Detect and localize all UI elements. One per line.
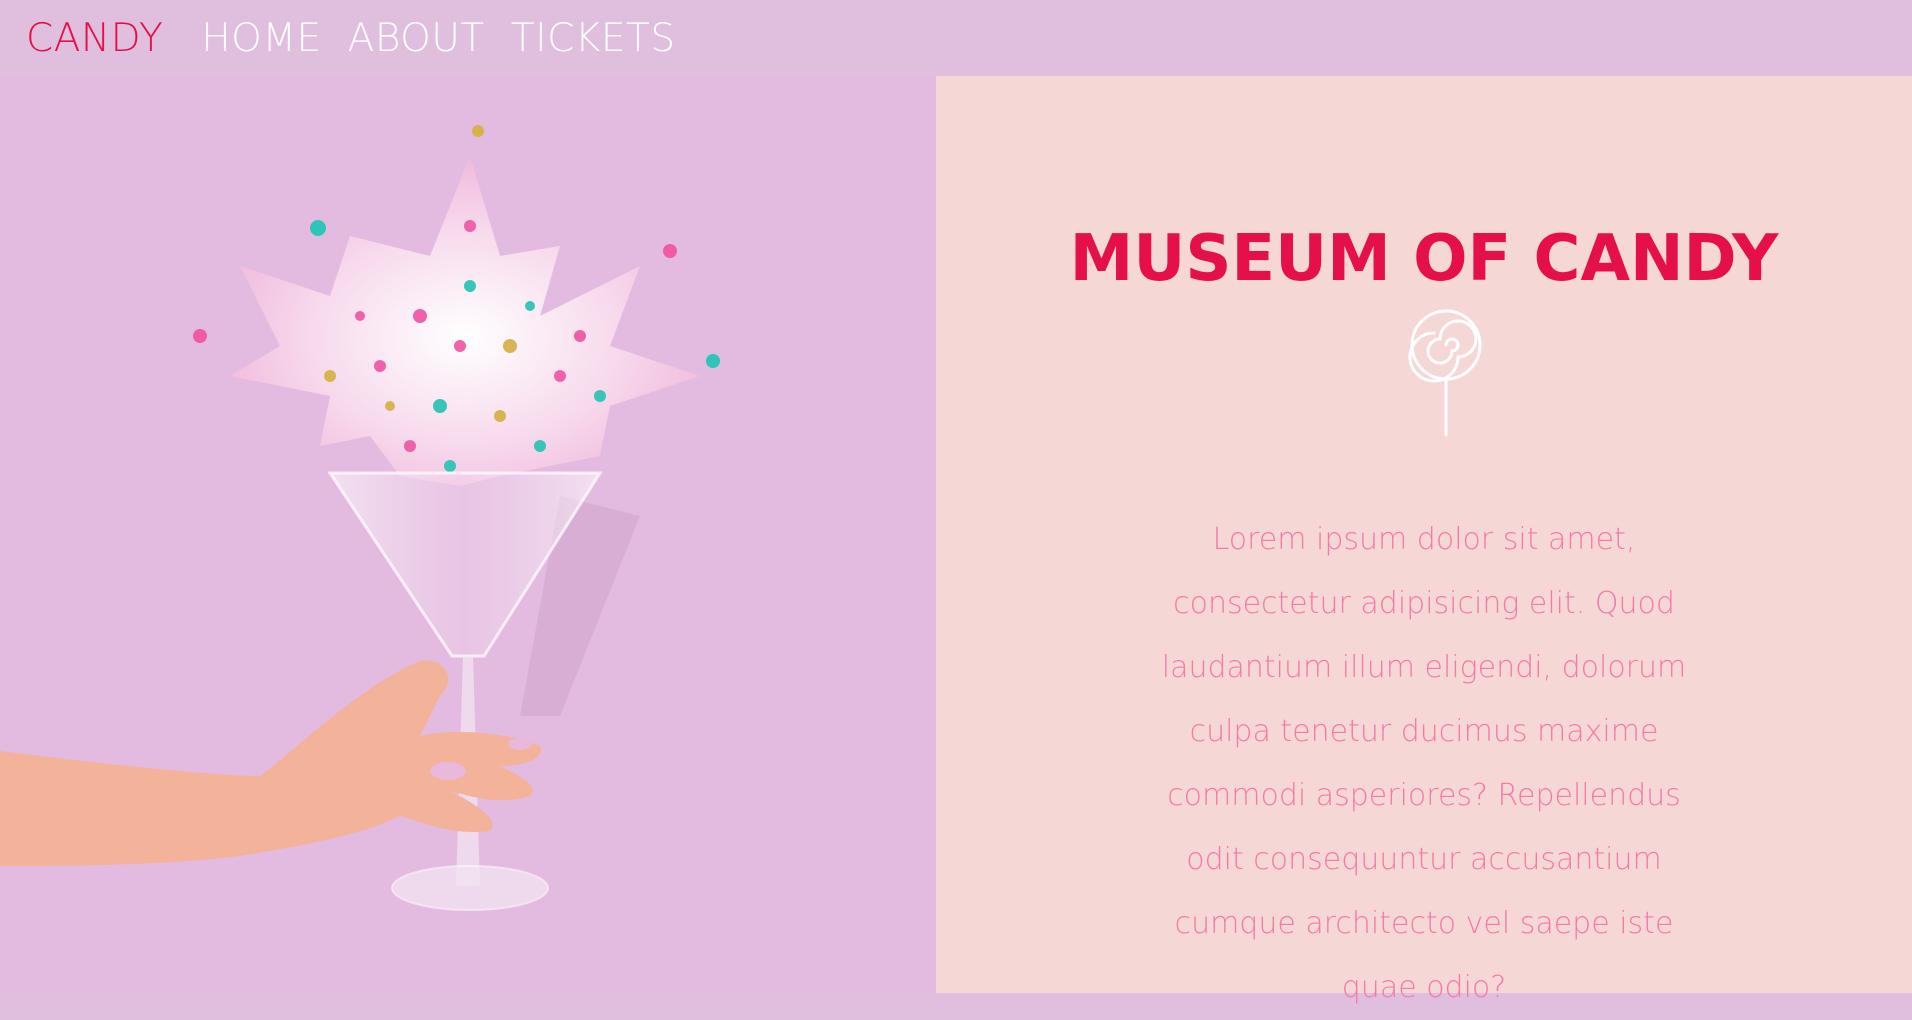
nav-links: HOME ABOUT TICKETS [201,19,675,58]
nav-link-home[interactable]: HOME [201,19,321,58]
nav-link-about[interactable]: ABOUT [348,19,485,58]
candy-glass-illustration [0,125,720,911]
lollipop-icon [1408,307,1484,441]
hero-image [0,76,936,993]
brand-logo-link[interactable]: CANDY [26,19,163,58]
page-title: MUSEUM OF CANDY [1069,221,1779,296]
info-panel: MUSEUM OF CANDY Lorem ipsum dolor sit am… [936,76,1912,1005]
intro-paragraph: Lorem ipsum dolor sit amet, consectetur … [1161,522,1687,1005]
top-nav: CANDY HOME ABOUT TICKETS [0,0,1912,76]
nav-link-tickets[interactable]: TICKETS [511,19,676,58]
